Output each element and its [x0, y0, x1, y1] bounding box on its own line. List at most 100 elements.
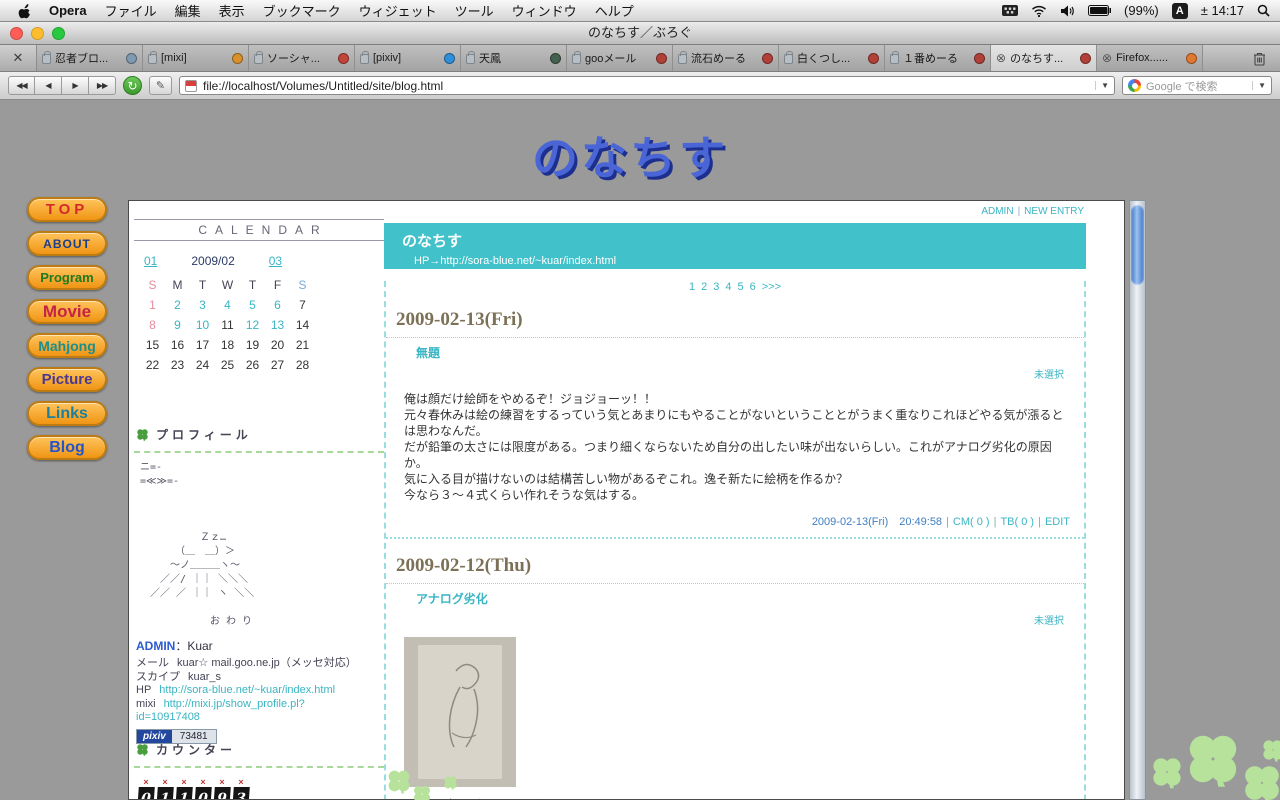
rewind-button[interactable]: ◀◀	[8, 76, 35, 95]
calendar-date[interactable]: 6	[265, 298, 290, 312]
page-link[interactable]: 1	[689, 281, 695, 293]
tab-label: のなちす...	[1010, 53, 1064, 65]
search-field[interactable]: Google で検索 ▼	[1122, 76, 1272, 95]
entry-category-link[interactable]: 未選択	[386, 366, 1064, 381]
nav-button-program[interactable]: Program	[27, 265, 107, 290]
nav-button-links[interactable]: Links	[27, 401, 107, 426]
menu-item[interactable]: ツール	[446, 1, 503, 20]
menu-item[interactable]: ウィンドウ	[503, 1, 586, 20]
page-link[interactable]: 5	[737, 281, 743, 293]
displays-icon[interactable]	[1002, 5, 1019, 16]
comments-link[interactable]: CM( 0 )	[953, 516, 990, 528]
calendar-day-header: S	[148, 278, 157, 292]
url-dropdown-icon[interactable]: ▼	[1095, 81, 1109, 90]
note-edit-button[interactable]: ✎	[149, 76, 172, 95]
search-dropdown-icon[interactable]: ▼	[1252, 81, 1266, 90]
tab-close-icon[interactable]: ⊗	[1102, 52, 1112, 64]
menu-item[interactable]: ファイル	[96, 1, 166, 20]
entry-image[interactable]	[404, 637, 516, 787]
reload-button[interactable]: ↻	[123, 76, 142, 95]
clover-icon	[386, 768, 412, 794]
admin-link[interactable]: ADMIN	[981, 206, 1013, 217]
entry-title-link[interactable]: アナログ劣化	[416, 590, 488, 607]
entry-category-link[interactable]: 未選択	[386, 612, 1064, 627]
scrollbar[interactable]	[1129, 200, 1146, 800]
entry-title-link[interactable]: 無題	[416, 344, 440, 361]
apple-menu-icon[interactable]	[10, 3, 40, 19]
profile-link[interactable]: http://mixi.jp/show_profile.pl?	[164, 698, 305, 710]
page-link[interactable]: 3	[713, 281, 719, 293]
menu-item[interactable]: ヘルプ	[586, 1, 643, 20]
calendar-date[interactable]: 5	[240, 298, 265, 312]
menu-item[interactable]: Opera	[40, 3, 96, 18]
calendar-date[interactable]: 9	[165, 318, 190, 332]
tab[interactable]: ⊗ のなちす...	[991, 45, 1097, 71]
new-entry-link[interactable]: NEW ENTRY	[1024, 206, 1084, 217]
calendar-date[interactable]: 8	[140, 318, 165, 332]
entry-paragraph: 元々春休みは絵の練習をするっていう気とあまりにもやることがないということとがうま…	[404, 408, 1064, 438]
calendar-date[interactable]: 10	[190, 318, 215, 332]
calendar-date[interactable]: 3	[190, 298, 215, 312]
volume-icon[interactable]	[1060, 5, 1075, 17]
tab[interactable]: 忍者ブロ...	[37, 45, 143, 71]
calendar-date[interactable]: 4	[215, 298, 240, 312]
nav-button-movie[interactable]: Movie	[27, 299, 107, 324]
nav-button-about[interactable]: ABOUT	[27, 231, 107, 256]
zoom-window-button[interactable]	[52, 27, 65, 40]
battery-icon[interactable]	[1088, 5, 1112, 16]
scrollbar-thumb[interactable]	[1131, 205, 1144, 285]
page-link[interactable]: 2	[701, 281, 707, 293]
edit-link[interactable]: EDIT	[1045, 516, 1070, 528]
calendar-prev-month-link[interactable]: 01	[144, 254, 157, 268]
profile-link[interactable]: id=10917408	[136, 711, 200, 723]
nav-button-blog[interactable]: Blog	[27, 435, 107, 460]
tab[interactable]: [mixi]	[143, 45, 249, 71]
page-link[interactable]: 4	[725, 281, 731, 293]
menu-item[interactable]: 編集	[166, 1, 210, 20]
calendar-date[interactable]: 12	[240, 318, 265, 332]
page-link[interactable]: 6	[750, 281, 756, 293]
url-field[interactable]: file://localhost/Volumes/Untitled/site/b…	[179, 76, 1115, 95]
menu-item[interactable]: ブックマーク	[254, 1, 350, 20]
panels-toggle-button[interactable]: ✕	[0, 45, 37, 71]
menu-item[interactable]: ウィジェット	[350, 1, 446, 20]
calendar-date[interactable]: 13	[265, 318, 290, 332]
tab[interactable]: [pixiv]	[355, 45, 461, 71]
calendar-date[interactable]: 2	[165, 298, 190, 312]
calendar-date: 19	[245, 338, 260, 352]
closed-tabs-trash-button[interactable]	[1238, 45, 1280, 71]
tab-close-icon[interactable]: ⊗	[996, 52, 1006, 64]
window-titlebar[interactable]: のなちす／ぶろぐ	[0, 22, 1280, 45]
menubar-clock[interactable]: ± 14:17	[1201, 3, 1244, 18]
calendar-date[interactable]: 1	[140, 298, 165, 312]
fast-forward-button[interactable]: ▶▶	[89, 76, 116, 95]
tab[interactable]: 流石めーる	[673, 45, 779, 71]
tab[interactable]: 白くつし...	[779, 45, 885, 71]
url-text[interactable]: file://localhost/Volumes/Untitled/site/b…	[203, 79, 1089, 93]
tab[interactable]: ⊗ Firefox......	[1097, 45, 1203, 71]
trackback-link[interactable]: TB( 0 )	[1000, 516, 1034, 528]
spotlight-icon[interactable]	[1257, 4, 1270, 17]
tab[interactable]: 天鳳	[461, 45, 567, 71]
profile-link[interactable]: http://sora-blue.net/~kuar/index.html	[159, 684, 335, 696]
forward-icon: ▶	[72, 81, 78, 90]
nav-button-picture[interactable]: Picture	[27, 367, 107, 392]
nav-button-mahjong[interactable]: Mahjong	[27, 333, 107, 358]
nav-button-top[interactable]: TOP	[27, 197, 107, 222]
minimize-window-button[interactable]	[31, 27, 44, 40]
next-pages-link[interactable]: >>>	[762, 281, 781, 293]
profile-admin-link[interactable]: ADMIN	[136, 639, 175, 653]
wifi-icon[interactable]	[1031, 5, 1047, 17]
tab[interactable]: ソーシャ...	[249, 45, 355, 71]
digit-value: 3	[232, 787, 250, 799]
tab[interactable]: １番めーる	[885, 45, 991, 71]
blog-subtitle[interactable]: HP→http://sora-blue.net/~kuar/index.html	[384, 251, 1086, 267]
tab[interactable]: gooメール	[567, 45, 673, 71]
calendar-next-month-link[interactable]: 03	[269, 254, 282, 268]
back-button[interactable]: ◀	[35, 76, 62, 95]
forward-button[interactable]: ▶	[62, 76, 89, 95]
menu-item[interactable]: 表示	[210, 1, 254, 20]
search-placeholder[interactable]: Google で検索	[1146, 78, 1247, 94]
input-method-badge[interactable]: A	[1171, 2, 1188, 19]
close-window-button[interactable]	[10, 27, 23, 40]
